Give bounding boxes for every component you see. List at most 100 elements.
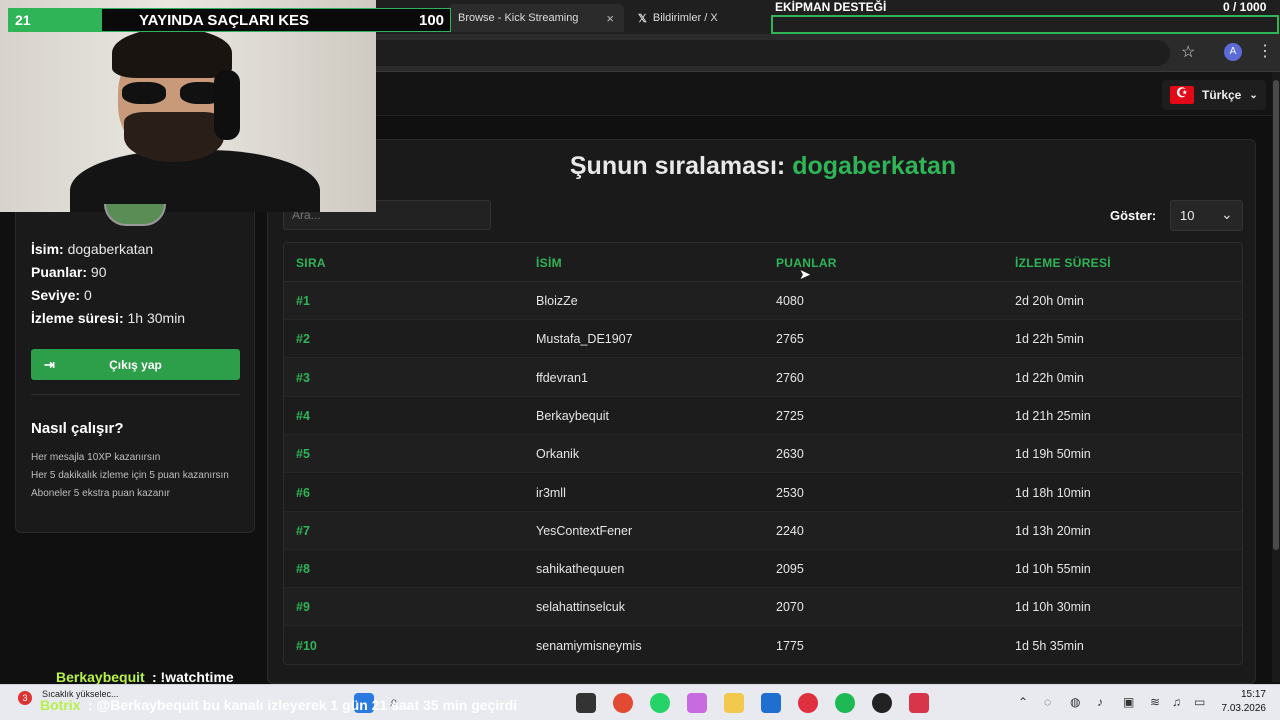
column-header-name[interactable]: İSİM [536, 256, 562, 270]
name-cell: senamiymisneymis [536, 638, 642, 653]
obs-icon[interactable] [872, 693, 892, 713]
points-cell: 2240 [776, 523, 804, 538]
column-header-watch-time[interactable]: İZLEME SÜRESİ [1015, 256, 1111, 270]
rank-cell: #5 [296, 447, 310, 462]
clock-time: 15:17 [1240, 689, 1266, 700]
mouse-cursor-icon: ➤ [799, 266, 811, 282]
table-row: #4 Berkaybequit 2725 1d 21h 25min [284, 397, 1242, 435]
tray-app-icon[interactable]: ◌ [1044, 695, 1051, 709]
rank-cell: #10 [296, 638, 317, 653]
table-row: #7 YesContextFener 2240 1d 13h 20min [284, 511, 1242, 550]
volume-icon[interactable]: ♫ [1172, 695, 1181, 709]
spotify-icon[interactable] [835, 693, 855, 713]
divider [31, 394, 240, 395]
weather-widget[interactable]: Sıcaklık yükselec... [42, 689, 119, 699]
name-cell: BloizZe [536, 294, 578, 308]
wifi-icon[interactable]: ≋ [1150, 695, 1160, 709]
how-line: Her 5 dakikalık izleme için 5 puan kazan… [31, 470, 229, 481]
name-cell: sahikathequuen [536, 562, 625, 577]
profile-name: İsim: dogaberkatan [31, 241, 154, 257]
name-cell: Berkaybequit [536, 408, 609, 423]
rank-cell: #7 [296, 523, 310, 538]
tray-chevron-up-icon[interactable]: ⌃ [1018, 695, 1028, 709]
points-cell: 2725 [776, 408, 804, 423]
language-label: Türkçe [1202, 88, 1242, 102]
points-cell: 4080 [776, 294, 804, 308]
opera-icon[interactable] [798, 693, 818, 713]
search-icon[interactable]: ⌕ [390, 693, 410, 713]
tray-app-icon[interactable]: ▣ [1123, 695, 1134, 709]
start-icon[interactable] [354, 693, 374, 713]
how-line: Her mesajla 10XP kazanırsın [31, 452, 161, 463]
tab-kick-browse[interactable]: Browse - Kick Streaming × [448, 4, 624, 32]
watch-time-cell: 1d 22h 5min [1015, 332, 1084, 347]
turkey-flag-icon [1170, 85, 1194, 104]
show-count-label: Göster: [1110, 208, 1157, 223]
language-selector[interactable]: Türkçe ⌄ [1162, 80, 1266, 110]
table-row: #6 ir3mll 2530 1d 18h 10min [284, 474, 1242, 512]
address-bar[interactable] [330, 40, 1170, 66]
name-cell: Mustafa_DE1907 [536, 332, 633, 347]
x-logo-icon: 𝕏 [638, 12, 647, 25]
table-row: #10 senamiymisneymis 1775 1d 5h 35min [284, 627, 1242, 664]
logout-label: Çıkış yap [109, 357, 162, 372]
show-count-select[interactable]: 10 ⌄ [1170, 200, 1243, 231]
app-icon[interactable] [909, 693, 929, 713]
name-cell: YesContextFener [536, 523, 633, 538]
page-scrollbar-thumb[interactable] [1273, 80, 1279, 550]
chevron-down-icon: ⌄ [1221, 206, 1233, 222]
watch-time-cell: 1d 18h 10min [1015, 485, 1091, 500]
table-row: #2 Mustafa_DE1907 2765 1d 22h 5min [284, 320, 1242, 359]
person-hair [112, 28, 232, 78]
rank-cell: #6 [296, 485, 310, 500]
watch-time-cell: 1d 19h 50min [1015, 447, 1091, 462]
tab-label: Bildirimler / X [652, 12, 718, 24]
watch-time-cell: 1d 13h 20min [1015, 523, 1091, 538]
watch-time-cell: 1d 21h 25min [1015, 408, 1091, 423]
battery-icon[interactable]: ▭ [1194, 695, 1205, 709]
chrome-icon[interactable] [613, 693, 633, 713]
profile-avatar[interactable]: A [1224, 43, 1242, 61]
how-it-works-title: Nasıl çalışır? [31, 420, 124, 437]
watch-time-cell: 2d 20h 0min [1015, 294, 1084, 308]
task-view-icon[interactable] [576, 693, 596, 713]
store-icon[interactable] [761, 693, 781, 713]
clock-date: 7.03.2026 [1221, 703, 1267, 714]
whatsapp-icon[interactable] [650, 693, 670, 713]
table-row: #1 BloizZe 4080 2d 20h 0min [284, 282, 1242, 320]
table-row: #3 ffdevran1 2760 1d 22h 0min [284, 358, 1242, 397]
tray-app-icon[interactable]: ◍ [1070, 695, 1080, 709]
rank-cell: #9 [296, 600, 310, 615]
more-menu-icon[interactable]: ⋮ [1257, 41, 1273, 61]
equipment-label: EKİPMAN DESTEĞİ [775, 0, 887, 14]
tab-x-notifications[interactable]: 𝕏 Bildirimler / X [628, 4, 768, 32]
equipment-progress-track [771, 15, 1279, 34]
equipment-goal-bar: EKİPMAN DESTEĞİ 0 / 1000 [771, 0, 1279, 34]
chevron-down-icon: ⌄ [1249, 89, 1258, 101]
goal-count: 21 [15, 12, 31, 28]
taskbar-clock[interactable]: 15:17 7.03.2026 [1218, 688, 1267, 716]
microphone-icon[interactable]: ♪ [1097, 695, 1103, 709]
rank-cell: #1 [296, 294, 310, 308]
copilot-icon[interactable] [687, 693, 707, 713]
close-icon[interactable]: × [606, 11, 614, 26]
points-cell: 2630 [776, 447, 804, 462]
person-beard [124, 112, 224, 162]
rank-cell: #2 [296, 332, 310, 347]
logout-button[interactable]: ⇥ Çıkış yap [31, 349, 240, 380]
weather-badge[interactable]: 3 [18, 691, 32, 705]
headphone [214, 70, 240, 140]
name-cell: ir3mll [536, 485, 566, 500]
watch-time-cell: 1d 10h 55min [1015, 562, 1091, 577]
logout-icon: ⇥ [44, 356, 55, 372]
bookmark-star-icon[interactable]: ☆ [1181, 42, 1195, 62]
goal-progress-bar: 21 YAYINDA SAÇLARI KES 100 [8, 8, 451, 32]
watch-time-cell: 1d 22h 0min [1015, 370, 1084, 385]
name-cell: ffdevran1 [536, 370, 588, 385]
name-cell: selahattinselcuk [536, 600, 625, 615]
file-explorer-icon[interactable] [724, 693, 744, 713]
goal-text: YAYINDA SAÇLARI KES [139, 12, 310, 29]
table-row: #8 sahikathequuen 2095 1d 10h 55min [284, 550, 1242, 589]
points-cell: 1775 [776, 638, 804, 653]
column-header-rank[interactable]: SIRA [296, 256, 326, 270]
